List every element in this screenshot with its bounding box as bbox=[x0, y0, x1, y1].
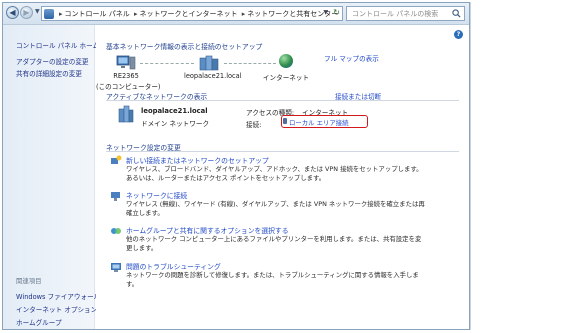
recent-pages-dropdown[interactable]: ▼ bbox=[35, 8, 40, 15]
local-area-connection-link[interactable]: ローカル エリア接続 bbox=[289, 118, 349, 127]
internet-options-link[interactable]: インターネット オプション bbox=[16, 304, 97, 314]
connection-highlight-box: ローカル エリア接続 bbox=[281, 115, 368, 128]
back-button[interactable]: ◀ bbox=[6, 6, 19, 19]
full-map-link[interactable]: フル マップの表示 bbox=[324, 53, 379, 63]
advanced-sharing-settings-link[interactable]: 共有の詳細設定の変更 bbox=[16, 68, 82, 78]
troubleshoot-icon bbox=[111, 263, 121, 272]
connections-label: 接続: bbox=[246, 121, 262, 129]
new-connection-icon bbox=[111, 155, 122, 164]
globe-icon bbox=[279, 54, 293, 68]
map-internet-label: インターネット bbox=[262, 74, 310, 82]
window-right-edge bbox=[470, 2, 471, 330]
breadcrumb-control-panel[interactable]: コントロール パネル bbox=[65, 10, 130, 18]
forward-button[interactable]: ▶ bbox=[20, 6, 33, 19]
basic-info-heading: 基本ネットワーク情報の表示と接続のセットアップ bbox=[106, 43, 263, 51]
map-connector bbox=[140, 63, 194, 64]
refresh-icon[interactable]: ↻ bbox=[333, 8, 340, 17]
network-sharing-center-window: ◀ ▶ ▼ ▸ コントロール パネル ▸ ネットワークとインターネット ▸ ネットワー… bbox=[2, 2, 470, 330]
divider bbox=[106, 151, 459, 152]
domain-network-icon bbox=[199, 55, 219, 71]
computer-name: RE2365 bbox=[113, 72, 139, 80]
active-network-name: leopalace21.local bbox=[141, 107, 208, 115]
active-network-type[interactable]: ドメイン ネットワーク bbox=[141, 118, 209, 128]
windows-firewall-link[interactable]: Windows ファイアウォール bbox=[16, 291, 100, 301]
homegroup-sharing-link[interactable]: ホームグループと共有に関するオプションを選択する bbox=[126, 225, 289, 235]
map-network-name: leopalace21.local bbox=[184, 72, 242, 80]
homegroup-link[interactable]: ホームグループ bbox=[16, 317, 62, 327]
address-field[interactable]: ▸ コントロール パネル ▸ ネットワークとインターネット ▸ ネットワークと共有セン… bbox=[41, 6, 343, 21]
change-adapter-settings-link[interactable]: アダプターの設定の変更 bbox=[16, 56, 89, 66]
breadcrumb-network-internet[interactable]: ネットワークとインターネット bbox=[140, 10, 238, 18]
left-navigation-pane: コントロール パネル ホーム アダプターの設定の変更 共有の詳細設定の変更 関連… bbox=[3, 25, 100, 329]
search-input[interactable]: コントロール パネルの検索 bbox=[346, 6, 465, 21]
control-panel-home-link[interactable]: コントロール パネル ホーム bbox=[16, 40, 99, 50]
help-icon[interactable]: ? bbox=[454, 30, 463, 39]
connect-network-link[interactable]: ネットワークに接続 bbox=[126, 190, 187, 200]
homegroup-sharing-description: 他のネットワーク コンピューター上にあるファイルやプリンターを利用します。または… bbox=[126, 235, 422, 252]
troubleshoot-link[interactable]: 問題のトラブルシューティング bbox=[126, 261, 221, 271]
address-bar: ◀ ▶ ▼ ▸ コントロール パネル ▸ ネットワークとインターネット ▸ ネットワー… bbox=[3, 3, 469, 25]
search-icon[interactable] bbox=[452, 9, 461, 18]
breadcrumb: ▸ コントロール パネル ▸ ネットワークとインターネット ▸ ネットワークと共有セン… bbox=[59, 10, 339, 18]
control-panel-icon bbox=[44, 9, 54, 19]
divider bbox=[106, 100, 459, 101]
computer-icon bbox=[116, 55, 136, 70]
troubleshoot-description: ネットワークの問題を診断して修復します。または、トラブルシューティングに関する情… bbox=[126, 271, 419, 288]
search-placeholder: コントロール パネルの検索 bbox=[352, 10, 439, 18]
domain-network-icon bbox=[118, 105, 134, 123]
connect-network-description: ワイヤレス (無線)、ワイヤード (有線)、ダイヤルアップ、または VPN ネッ… bbox=[126, 200, 425, 217]
related-heading: 関連項目 bbox=[16, 277, 42, 285]
address-dropdown-icon[interactable]: ▼ bbox=[323, 9, 328, 16]
connect-network-icon bbox=[111, 192, 120, 201]
main-content: ? 基本ネットワーク情報の表示と接続のセットアップ フル マップの表示 RE23… bbox=[96, 25, 469, 329]
local-area-connection-icon bbox=[283, 118, 287, 124]
computer-sub: (このコンピューター) bbox=[96, 83, 161, 91]
setup-connection-link[interactable]: 新しい接続またはネットワークのセットアップ bbox=[126, 155, 269, 165]
homegroup-icon bbox=[111, 228, 121, 234]
setup-connection-description: ワイヤレス、ブロードバンド、ダイヤルアップ、アドホック、または VPN 接続をセ… bbox=[126, 165, 423, 182]
map-connector bbox=[224, 63, 276, 64]
